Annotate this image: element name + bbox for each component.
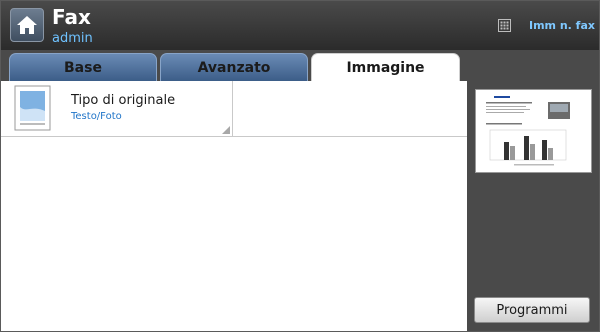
home-button[interactable] [10, 8, 44, 42]
document-icon [14, 85, 51, 131]
grid-icon[interactable] [498, 19, 511, 32]
original-type-setting[interactable]: Tipo di originale Testo/Foto [1, 81, 233, 137]
expand-corner-icon [222, 126, 230, 134]
document-preview [475, 89, 592, 173]
home-icon [17, 16, 37, 34]
tab-bar: Base Avanzato Immagine [1, 50, 467, 81]
fax-screen: Fax admin Imm n. fax Base Avanzato Immag… [0, 0, 600, 332]
preview-page-icon [476, 90, 591, 172]
original-type-value: Testo/Foto [71, 111, 122, 122]
programs-button[interactable]: Programmi [474, 297, 590, 323]
empty-setting-cell [233, 81, 467, 137]
user-name: admin [52, 31, 93, 46]
original-type-label: Tipo di originale [71, 93, 176, 108]
header-bar: Fax admin Imm n. fax [1, 1, 599, 50]
tab-base[interactable]: Base [9, 53, 157, 81]
app-title: Fax [52, 5, 91, 29]
settings-panel: Tipo di originale Testo/Foto [1, 81, 467, 331]
tab-image[interactable]: Immagine [311, 53, 460, 81]
fax-memory-button[interactable]: Imm n. fax [529, 19, 595, 32]
tab-advanced[interactable]: Avanzato [160, 53, 308, 81]
